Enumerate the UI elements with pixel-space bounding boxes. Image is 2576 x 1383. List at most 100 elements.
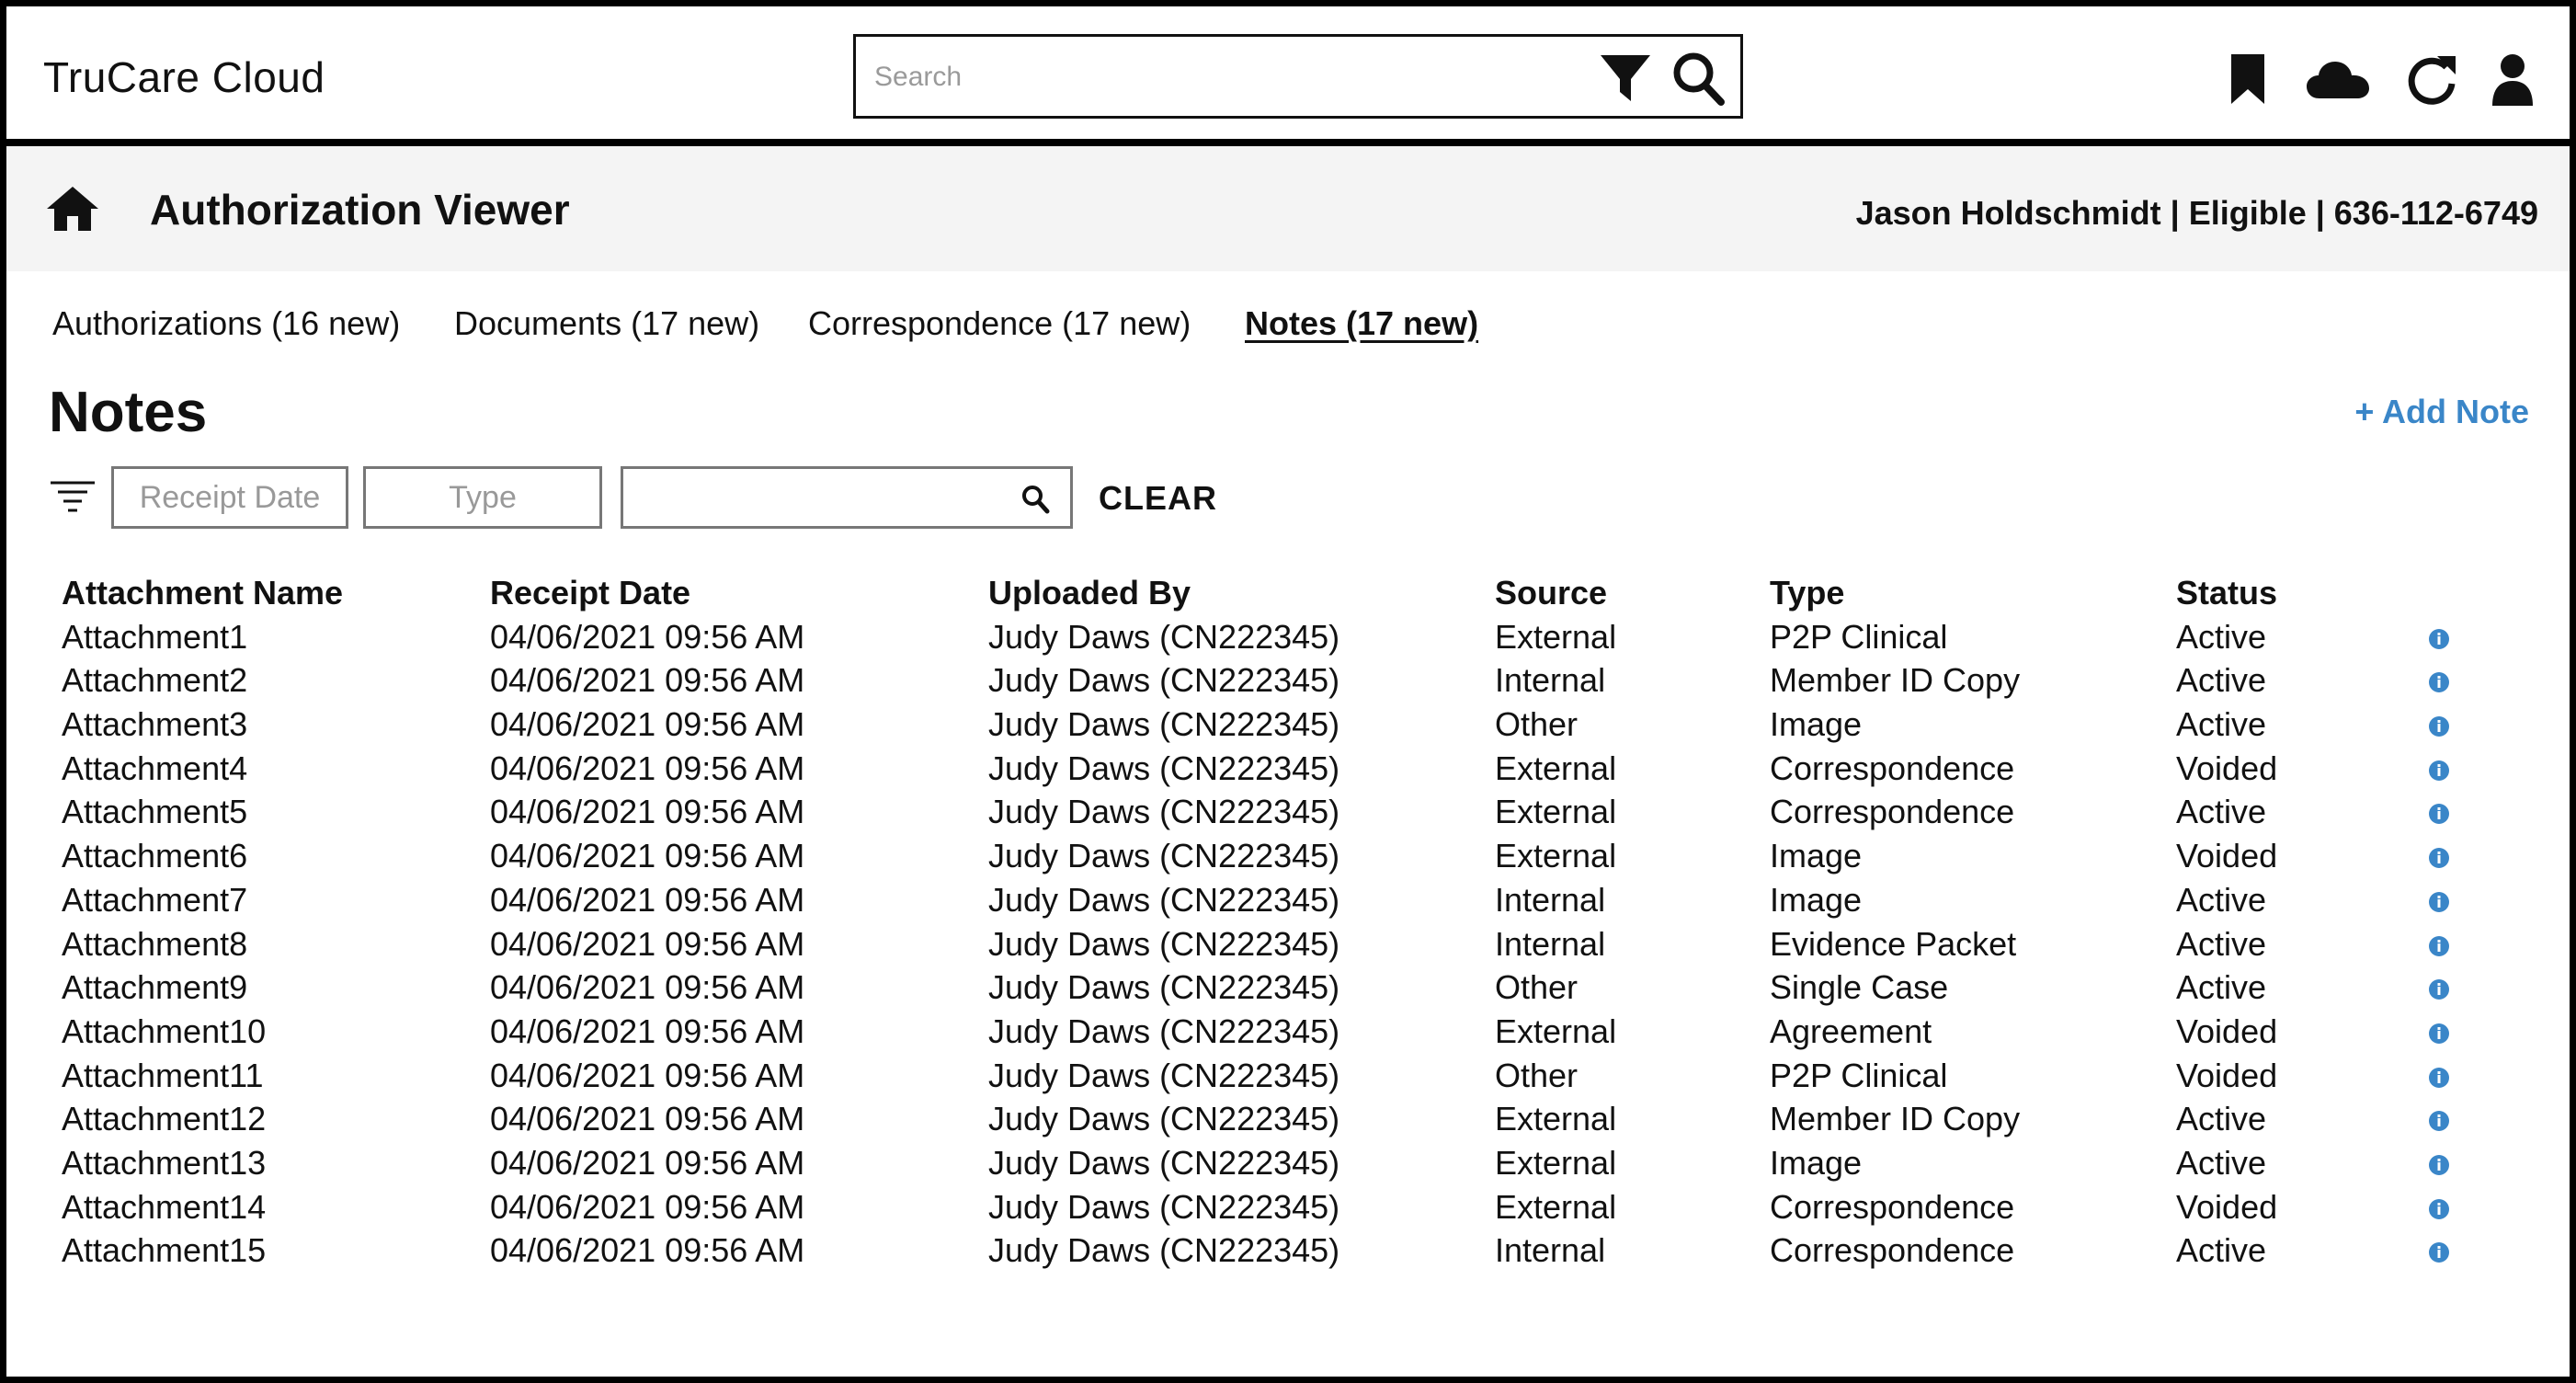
home-icon[interactable] xyxy=(45,185,100,233)
status: Active xyxy=(2176,705,2267,744)
table-row[interactable]: Attachment3 04/06/2021 09:56 AM Judy Daw… xyxy=(62,704,2525,749)
user-icon[interactable] xyxy=(2491,52,2535,108)
column-header[interactable]: Uploaded By xyxy=(988,573,1191,613)
table-row[interactable]: Attachment10 04/06/2021 09:56 AM Judy Da… xyxy=(62,1012,2525,1056)
app-title: TruCare Cloud xyxy=(43,53,325,101)
source: External xyxy=(1495,1187,1617,1226)
receipt-date: 04/06/2021 09:56 AM xyxy=(490,880,805,919)
column-header[interactable]: Attachment Name xyxy=(62,573,343,613)
info-icon[interactable] xyxy=(2428,1023,2450,1045)
filter-list-icon[interactable] xyxy=(51,479,95,514)
add-note-button[interactable]: + Add Note xyxy=(2354,393,2529,431)
info-icon[interactable] xyxy=(2428,1198,2450,1220)
type: Correspondence xyxy=(1770,793,2015,831)
bookmark-icon[interactable] xyxy=(2229,52,2266,106)
info-icon[interactable] xyxy=(2428,891,2450,913)
table-row[interactable]: Attachment15 04/06/2021 09:56 AM Judy Da… xyxy=(62,1230,2525,1274)
source: Internal xyxy=(1495,661,1606,700)
type-filter[interactable]: Type xyxy=(363,466,602,529)
uploaded-by: Judy Daws (CN222345) xyxy=(988,1187,1340,1226)
info-icon[interactable] xyxy=(2428,847,2450,869)
tab-authorizations[interactable]: Authorizations (16 new) xyxy=(52,304,400,343)
attachment-name[interactable]: Attachment15 xyxy=(62,1230,266,1271)
table-row[interactable]: Attachment7 04/06/2021 09:56 AM Judy Daw… xyxy=(62,880,2525,924)
type: P2P Clinical xyxy=(1770,617,1948,656)
type: Image xyxy=(1770,1143,1863,1182)
table-row[interactable]: Attachment1 04/06/2021 09:56 AM Judy Daw… xyxy=(62,617,2525,661)
receipt-date: 04/06/2021 09:56 AM xyxy=(490,1231,805,1270)
info-icon[interactable] xyxy=(2428,803,2450,825)
receipt-date-filter[interactable]: Receipt Date xyxy=(111,466,348,529)
source: Internal xyxy=(1495,924,1606,963)
attachment-name[interactable]: Attachment10 xyxy=(62,1012,266,1052)
refresh-icon[interactable] xyxy=(2404,52,2459,108)
notes-table: Attachment Name Receipt Date Uploaded By… xyxy=(62,573,2525,1274)
attachment-name[interactable]: Attachment13 xyxy=(62,1143,266,1183)
uploaded-by: Judy Daws (CN222345) xyxy=(988,749,1340,787)
info-icon[interactable] xyxy=(2428,715,2450,737)
info-icon[interactable] xyxy=(2428,1067,2450,1089)
table-row[interactable]: Attachment6 04/06/2021 09:56 AM Judy Daw… xyxy=(62,836,2525,880)
status: Active xyxy=(2176,1100,2267,1138)
attachment-name[interactable]: Attachment7 xyxy=(62,880,247,920)
tab-correspondence[interactable]: Correspondence (17 new) xyxy=(808,304,1191,343)
info-icon[interactable] xyxy=(2428,935,2450,957)
status: Active xyxy=(2176,880,2267,919)
search-input[interactable] xyxy=(872,51,1593,103)
info-icon[interactable] xyxy=(2428,760,2450,782)
uploaded-by: Judy Daws (CN222345) xyxy=(988,924,1340,963)
column-header[interactable]: Status xyxy=(2176,573,2277,613)
attachment-name[interactable]: Attachment4 xyxy=(62,749,247,789)
type: Single Case xyxy=(1770,968,1949,1007)
column-header[interactable]: Type xyxy=(1770,573,1844,613)
info-icon[interactable] xyxy=(2428,1154,2450,1176)
attachment-name[interactable]: Attachment12 xyxy=(62,1099,266,1139)
clear-button[interactable]: CLEAR xyxy=(1099,479,1217,518)
attachment-name[interactable]: Attachment5 xyxy=(62,792,247,832)
table-row[interactable]: Attachment14 04/06/2021 09:56 AM Judy Da… xyxy=(62,1187,2525,1231)
uploaded-by: Judy Daws (CN222345) xyxy=(988,617,1340,656)
info-icon[interactable] xyxy=(2428,1241,2450,1263)
search-icon[interactable] xyxy=(1670,50,1726,107)
cloud-icon[interactable] xyxy=(2305,56,2371,108)
search-icon[interactable] xyxy=(1020,484,1050,515)
attachment-name[interactable]: Attachment9 xyxy=(62,967,247,1008)
table-row[interactable]: Attachment13 04/06/2021 09:56 AM Judy Da… xyxy=(62,1143,2525,1187)
attachment-name[interactable]: Attachment1 xyxy=(62,617,247,657)
attachment-name[interactable]: Attachment11 xyxy=(62,1056,263,1096)
status: Active xyxy=(2176,924,2267,963)
type: Correspondence xyxy=(1770,1231,2015,1270)
uploaded-by: Judy Daws (CN222345) xyxy=(988,1100,1340,1138)
info-icon[interactable] xyxy=(2428,628,2450,650)
attachment-name[interactable]: Attachment6 xyxy=(62,836,247,876)
attachment-name[interactable]: Attachment3 xyxy=(62,704,247,745)
source: External xyxy=(1495,1100,1617,1138)
column-header[interactable]: Receipt Date xyxy=(490,573,690,613)
table-row[interactable]: Attachment5 04/06/2021 09:56 AM Judy Daw… xyxy=(62,792,2525,836)
tab-documents[interactable]: Documents (17 new) xyxy=(454,304,759,343)
info-icon[interactable] xyxy=(2428,1110,2450,1132)
info-icon[interactable] xyxy=(2428,978,2450,1000)
app-window: TruCare Cloud Search Authorization Viewe… xyxy=(0,0,2576,1383)
type: Correspondence xyxy=(1770,749,2015,787)
attachment-name[interactable]: Attachment2 xyxy=(62,660,247,701)
tab-notes[interactable]: Notes (17 new) xyxy=(1245,304,1478,343)
receipt-date: 04/06/2021 09:56 AM xyxy=(490,661,805,700)
receipt-date: 04/06/2021 09:56 AM xyxy=(490,1100,805,1138)
receipt-date: 04/06/2021 09:56 AM xyxy=(490,705,805,744)
table-row[interactable]: Attachment8 04/06/2021 09:56 AM Judy Daw… xyxy=(62,924,2525,968)
uploaded-by: Judy Daws (CN222345) xyxy=(988,1143,1340,1182)
table-row[interactable]: Attachment11 04/06/2021 09:56 AM Judy Da… xyxy=(62,1056,2525,1100)
attachment-name[interactable]: Attachment8 xyxy=(62,924,247,965)
table-row[interactable]: Attachment12 04/06/2021 09:56 AM Judy Da… xyxy=(62,1099,2525,1143)
column-header[interactable]: Source xyxy=(1495,573,1607,613)
filter-icon[interactable] xyxy=(1599,50,1652,105)
notes-search-field[interactable] xyxy=(621,466,1073,529)
table-row[interactable]: Attachment9 04/06/2021 09:56 AM Judy Daw… xyxy=(62,967,2525,1012)
table-row[interactable]: Attachment2 04/06/2021 09:56 AM Judy Daw… xyxy=(62,660,2525,704)
source: External xyxy=(1495,793,1617,831)
table-row[interactable]: Attachment4 04/06/2021 09:56 AM Judy Daw… xyxy=(62,749,2525,793)
receipt-date: 04/06/2021 09:56 AM xyxy=(490,837,805,875)
info-icon[interactable] xyxy=(2428,671,2450,693)
attachment-name[interactable]: Attachment14 xyxy=(62,1187,266,1228)
